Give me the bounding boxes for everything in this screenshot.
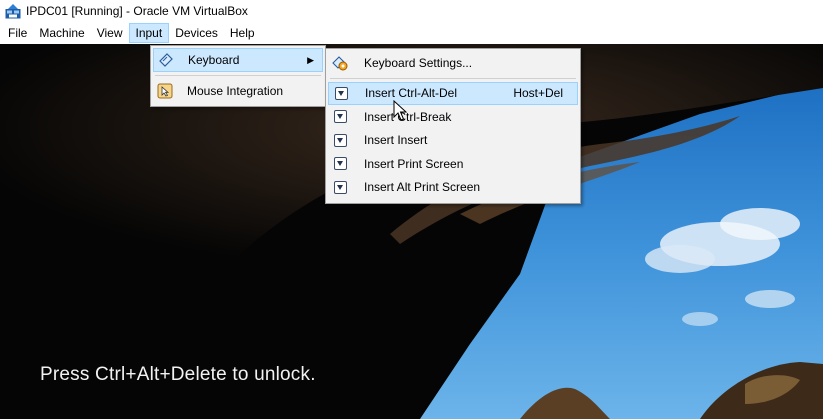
keyboard-icon	[158, 52, 174, 68]
menu-item-insert-insert[interactable]: Insert Insert	[328, 129, 578, 153]
menu-item-keyboard-label: Keyboard	[188, 53, 240, 67]
insert-icon	[332, 179, 348, 195]
menu-item-insert-alt-print-screen[interactable]: Insert Alt Print Screen	[328, 176, 578, 200]
insert-icon	[332, 109, 348, 125]
menu-separator	[155, 75, 321, 76]
menu-item-label: Insert Ctrl-Alt-Del	[365, 86, 458, 101]
keyboard-settings-icon	[332, 55, 348, 71]
window-title: IPDC01 [Running] - Oracle VM VirtualBox	[26, 4, 248, 18]
title-bar: IPDC01 [Running] - Oracle VM VirtualBox	[0, 0, 823, 22]
menu-help[interactable]: Help	[224, 23, 261, 43]
menu-item-keyboard-settings-label: Keyboard Settings...	[364, 55, 473, 70]
menu-bar: File Machine View Input Devices Help	[0, 22, 823, 44]
menu-item-label: Insert Alt Print Screen	[364, 180, 481, 195]
menu-machine[interactable]: Machine	[33, 23, 90, 43]
menu-item-keyboard-settings[interactable]: Keyboard Settings...	[328, 51, 578, 75]
menu-separator	[330, 77, 576, 79]
menu-item-keyboard[interactable]: Keyboard ▶	[153, 48, 323, 72]
menu-item-insert-ctrl-break[interactable]: Insert Ctrl-Break	[328, 105, 578, 129]
menu-item-label: Insert Print Screen	[364, 156, 464, 171]
menu-item-insert-ctrl-alt-del[interactable]: Insert Ctrl-Alt-Del Host+Del	[328, 81, 578, 105]
mouse-cursor-icon	[393, 100, 407, 121]
keyboard-submenu: Keyboard Settings... Insert Ctrl-Alt-Del…	[325, 48, 581, 204]
menu-item-mouse-integration[interactable]: Mouse Integration	[153, 79, 323, 103]
virtualbox-app-icon	[5, 3, 21, 19]
shortcut-label: Host+Del	[513, 86, 563, 101]
input-menu-dropdown: Keyboard ▶ Mouse Integration	[150, 45, 326, 107]
menu-item-label: Insert Insert	[364, 133, 428, 148]
menu-input[interactable]: Input	[128, 23, 170, 43]
menu-item-mouse-integration-label: Mouse Integration	[187, 84, 284, 98]
menu-item-insert-print-screen[interactable]: Insert Print Screen	[328, 152, 578, 176]
lock-screen-message: Press Ctrl+Alt+Delete to unlock.	[40, 364, 316, 385]
menu-view[interactable]: View	[91, 23, 129, 43]
mouse-integration-icon	[157, 83, 173, 99]
submenu-arrow-icon: ▶	[307, 54, 314, 65]
menu-devices[interactable]: Devices	[169, 23, 224, 43]
insert-icon	[333, 85, 349, 101]
menu-file[interactable]: File	[2, 23, 33, 43]
insert-icon	[332, 132, 348, 148]
insert-icon	[332, 156, 348, 172]
